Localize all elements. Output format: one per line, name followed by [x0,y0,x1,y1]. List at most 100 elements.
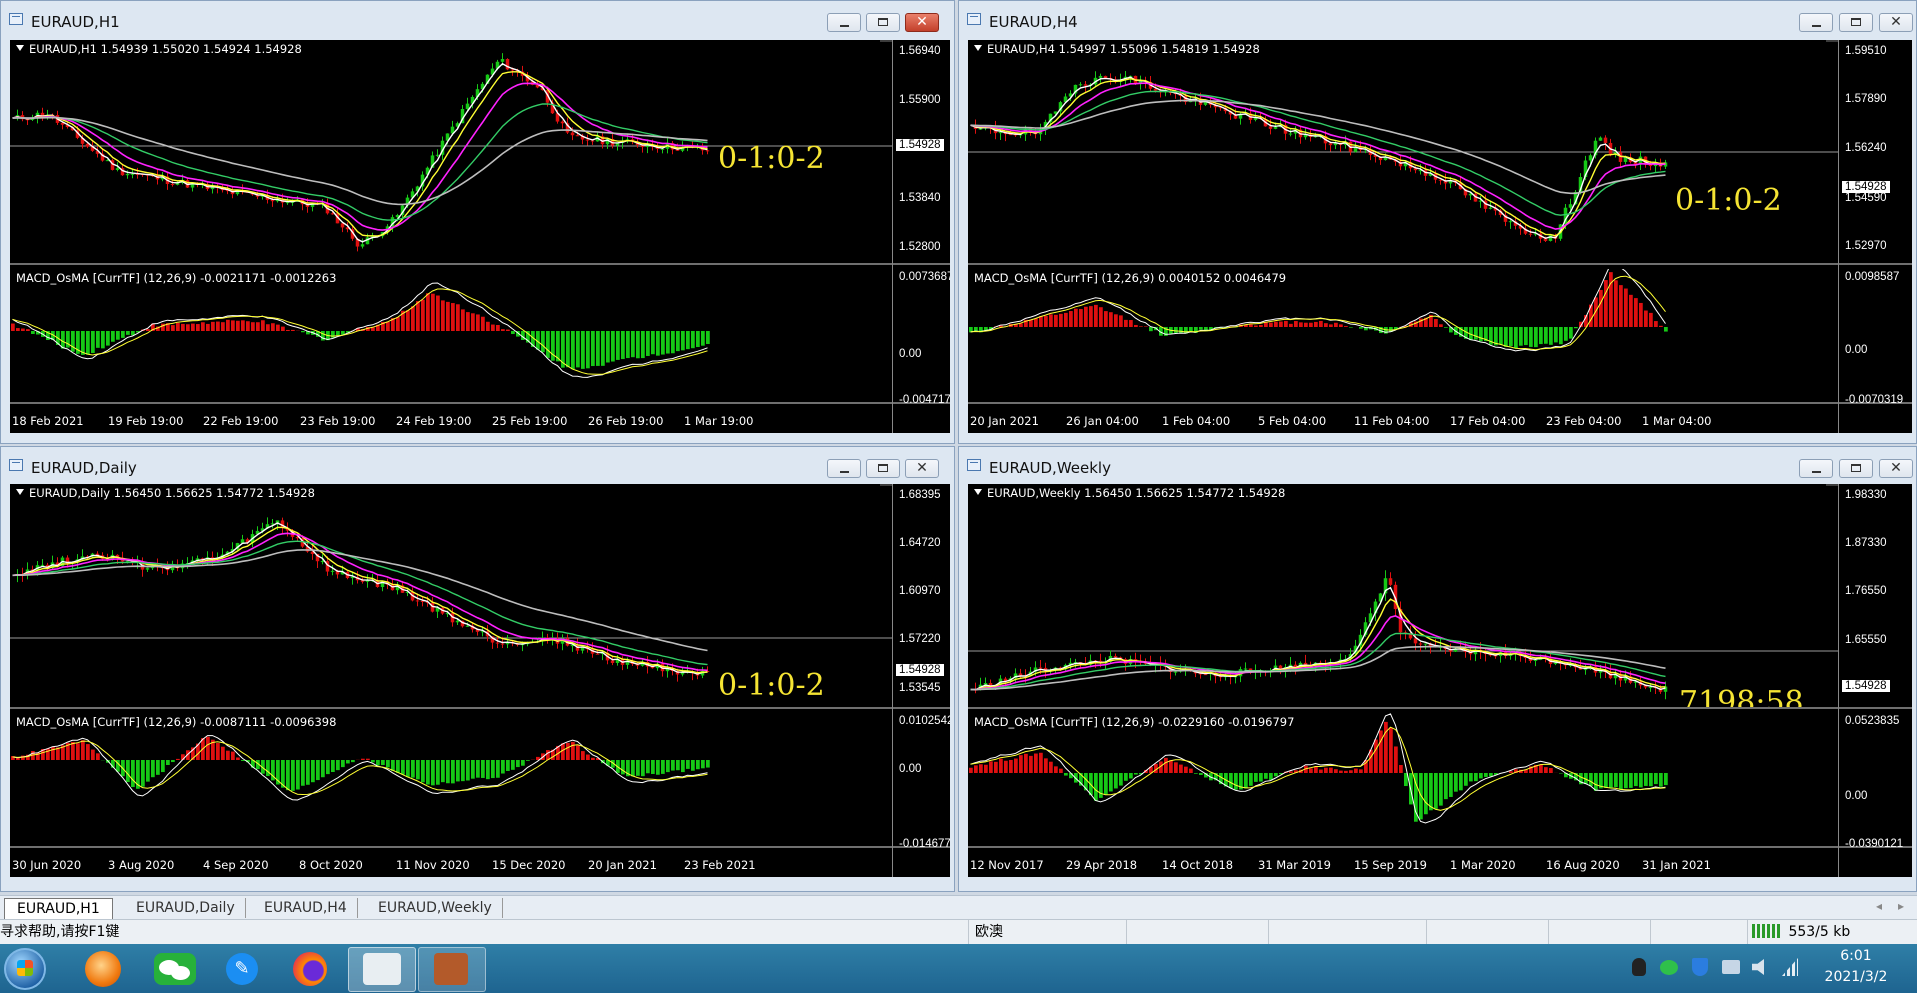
macd-histogram-bar [501,329,505,331]
start-button[interactable] [4,948,46,990]
chart-area-h1[interactable]: EURAUD,H1 1.54939 1.55020 1.54924 1.5492… [10,40,950,433]
window-title: EURAUD,H4 [989,13,1078,31]
price-chart-weekly[interactable] [968,484,1838,706]
macd-indicator-h4[interactable] [968,269,1838,399]
window-titlebar[interactable]: EURAUD,H4 ✕ [959,1,1916,35]
window-titlebar[interactable]: EURAUD,Weekly ✕ [959,447,1916,481]
price-chart-h4[interactable] [968,40,1838,262]
tab-euraud-h1[interactable]: EURAUD,H1 [4,898,113,919]
status-profile[interactable]: 欧澳 [968,920,1127,945]
macd-histogram-bar [366,758,370,760]
macd-histogram-bar [1004,760,1008,773]
macd-histogram-bar [581,751,585,760]
x-tick: 25 Feb 19:00 [492,414,568,428]
maximize-button[interactable] [866,459,900,478]
macd-histogram-bar [1474,327,1478,340]
macd-histogram-bar [491,760,495,779]
clock[interactable]: 6:01 2021/3/2 [1808,946,1904,988]
taskbar-app-music[interactable] [72,947,136,990]
chart-area-h4[interactable]: EURAUD,H4 1.54997 1.55096 1.54819 1.5492… [968,40,1912,433]
macd-histogram-bar [71,741,75,760]
taskbar-app-wechat[interactable] [144,947,208,990]
taskbar-app-terminal[interactable] [348,947,416,992]
status-cell [1126,920,1267,945]
macd-histogram-bar [1439,773,1443,806]
candle-body [240,539,245,544]
macd-histogram-bar [266,324,270,331]
tab-euraud-daily[interactable]: EURAUD,Daily [126,898,246,918]
tab-euraud-weekly[interactable]: EURAUD,Weekly [368,898,503,918]
close-button[interactable]: ✕ [1879,459,1913,478]
macd-histogram-bar [251,322,255,331]
tab-euraud-h4[interactable]: EURAUD,H4 [254,898,358,918]
macd-histogram-bar [386,760,390,768]
macd-histogram-bar [511,331,515,335]
macd-histogram-bar [631,760,635,777]
macd-histogram-bar [1289,771,1293,773]
window-titlebar[interactable]: EURAUD,H1 ✕ [1,1,954,35]
price-axis: 1.68395 1.64720 1.60970 1.57220 1.54928 … [892,484,950,877]
macd-histogram-bar [1174,762,1178,773]
qq-icon[interactable] [1632,958,1646,976]
network-icon[interactable] [1722,960,1740,974]
macd-histogram-bar [681,331,685,351]
macd-histogram-bar [1499,327,1503,345]
macd-indicator-weekly[interactable] [968,713,1838,843]
chart-area-weekly[interactable]: EURAUD,Weekly 1.56450 1.56625 1.54772 1.… [968,484,1912,877]
maximize-button[interactable] [1839,13,1873,32]
taskbar-app-notes[interactable]: ✎ [212,947,276,990]
taskbar-app-firefox[interactable] [280,947,344,990]
macd-histogram-bar [611,331,615,362]
macd-histogram-bar [121,331,125,338]
minimize-button[interactable] [827,459,861,478]
x-tick: 4 Sep 2020 [203,858,269,872]
close-button[interactable]: ✕ [1879,13,1913,32]
annotation-text: 0-1:0-2 [718,668,825,703]
x-tick: 17 Feb 04:00 [1450,414,1526,428]
macd-histogram-bar [386,321,390,331]
speaker-icon[interactable] [1752,959,1764,975]
tab-scroll-right-icon[interactable]: ▸ [1898,899,1904,913]
macd-histogram-bar [376,760,380,766]
taskbar-app-store[interactable] [418,947,486,992]
x-tick: 24 Feb 19:00 [396,414,472,428]
wechat-tray-icon[interactable] [1660,960,1678,975]
tab-scroll-left-icon[interactable]: ◂ [1876,899,1882,913]
connection-status[interactable]: 553/5 kb [1747,920,1917,945]
macd-histogram-bar [1349,327,1353,328]
macd-histogram-bar [1544,327,1548,344]
minimize-button[interactable] [1799,459,1833,478]
macd-histogram-bar [491,324,495,331]
macd-histogram-bar [1324,767,1328,773]
macd-indicator-daily[interactable] [10,713,892,843]
macd-histogram-bar [1049,314,1053,327]
macd-histogram-bar [526,760,530,761]
x-tick: 23 Feb 04:00 [1546,414,1622,428]
chart-area-daily[interactable]: EURAUD,Daily 1.56450 1.56625 1.54772 1.5… [10,484,950,877]
minimize-button[interactable] [827,13,861,32]
chart-window-icon [9,13,23,25]
macd-indicator-h1[interactable] [10,269,892,399]
minimize-button[interactable] [1799,13,1833,32]
window-titlebar[interactable]: EURAUD,Daily ✕ [1,447,954,481]
macd-histogram-bar [1179,764,1183,773]
moving-average-line [12,526,708,674]
macd-histogram-bar [1284,320,1288,327]
shield-icon[interactable] [1692,958,1708,976]
close-button[interactable]: ✕ [905,13,939,32]
macd-signal-line [970,713,1666,824]
current-price-label: 1.54928 [896,139,944,151]
maximize-button[interactable] [866,13,900,32]
macd-histogram-bar [336,331,340,336]
macd-histogram-bar [401,760,405,775]
macd-histogram-bar [406,310,410,331]
signal-icon[interactable] [1782,958,1798,976]
macd-histogram-bar [1574,327,1578,329]
macd-histogram-bar [1539,327,1543,345]
close-button[interactable]: ✕ [905,459,939,478]
maximize-button[interactable] [1839,459,1873,478]
macd-histogram-bar [1624,773,1628,789]
macd-histogram-bar [1474,773,1478,782]
candle-body [435,154,440,156]
moving-average-line [970,77,1666,237]
